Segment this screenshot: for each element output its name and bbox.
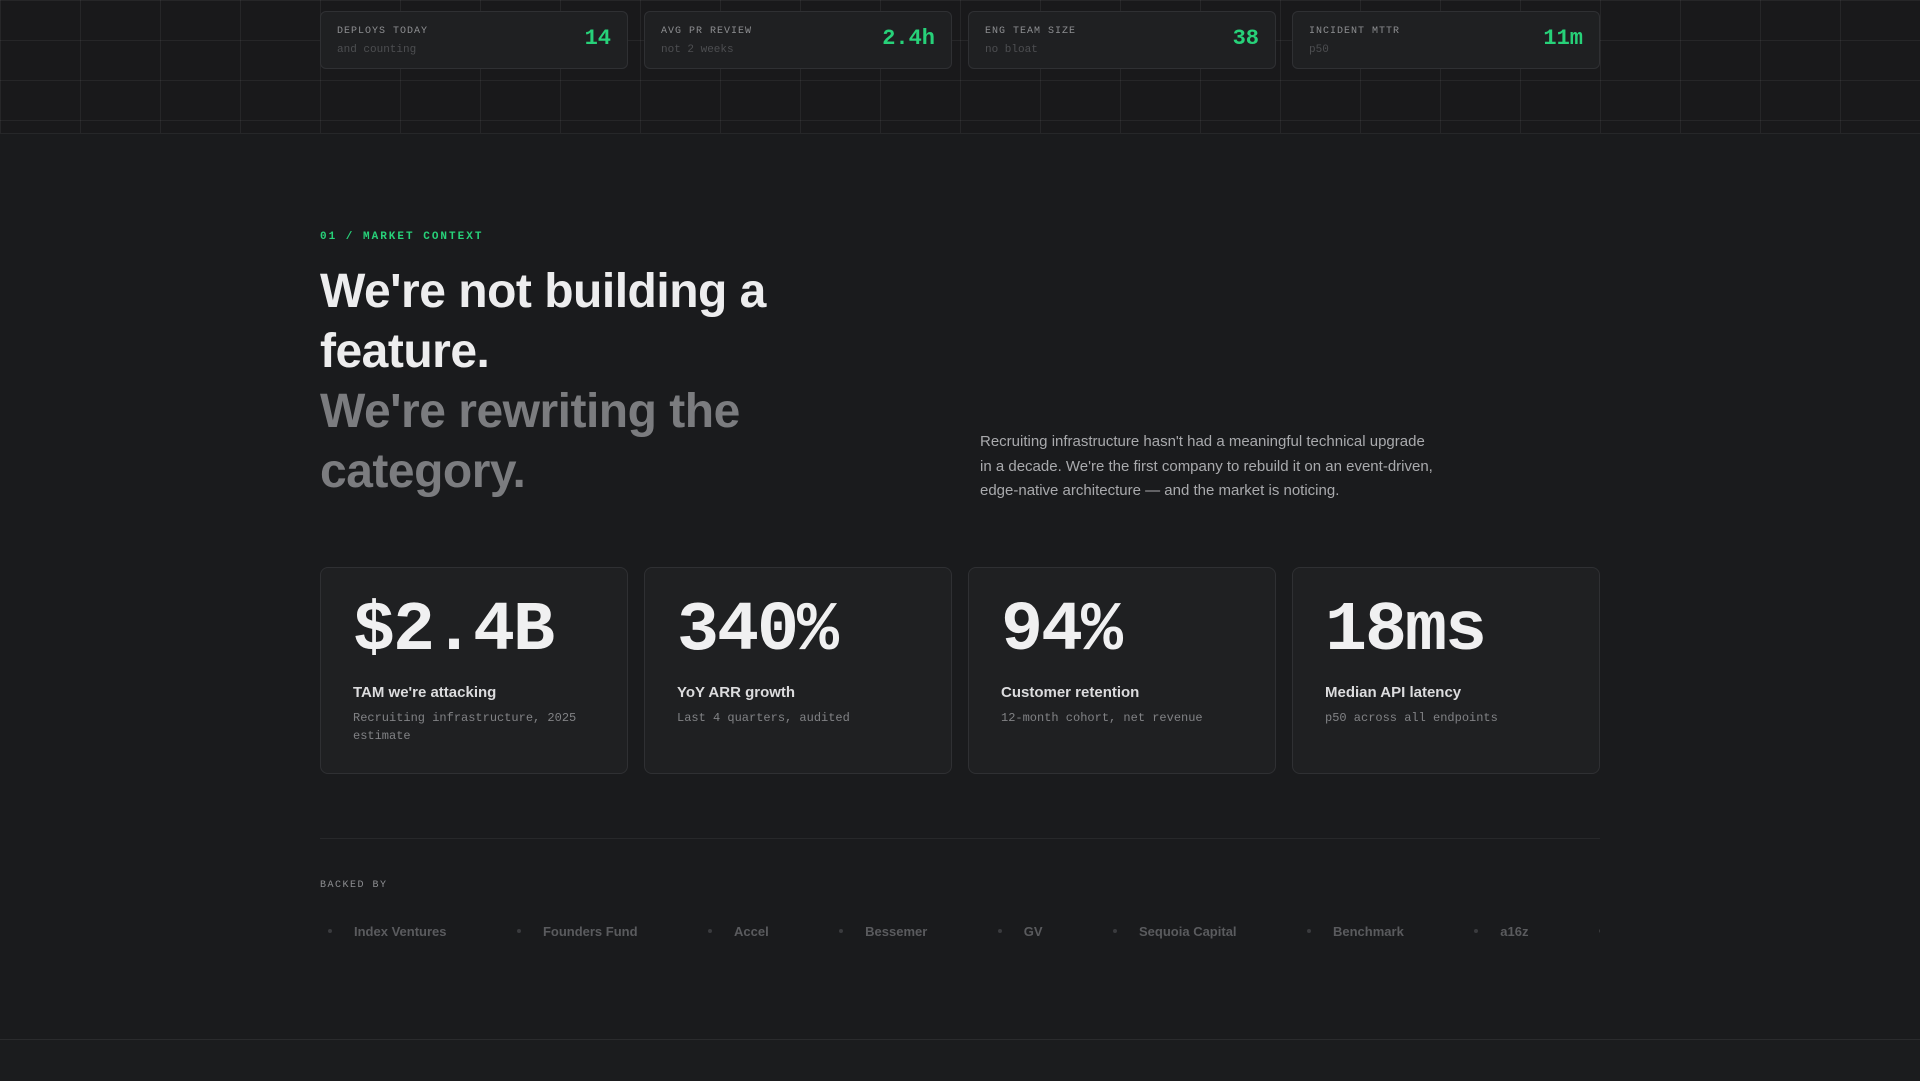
investor-logo: Accel [700, 924, 769, 939]
stat-value: $2.4B [353, 592, 555, 671]
investor-logo: Sequoia Capital [1105, 924, 1237, 939]
bullet-dot-icon [1598, 929, 1600, 934]
stat-description: 12-month cohort, net revenue [1001, 711, 1203, 725]
kpi-sublabel: no bloat [985, 44, 1038, 56]
investor-marquee: Index Ventures Founders Fund Accel Besse… [320, 923, 1600, 947]
kpi-sublabel: p50 [1309, 44, 1329, 56]
stat-description: p50 across all endpoints [1325, 711, 1498, 725]
stat-value: 94% [1001, 592, 1123, 671]
stat-value: 340% [677, 592, 839, 671]
stat-title: Median API latency [1325, 684, 1462, 701]
investor-logo: Founders Fund [509, 924, 638, 939]
backed-by-label: BACKED BY [320, 880, 388, 891]
stat-card-latency: 18ms Median API latency p50 across all e… [1292, 567, 1600, 774]
kpi-card-pr-review: AVG PR REVIEW not 2 weeks 2.4h [644, 11, 952, 69]
kpi-label: ENG TEAM SIZE [985, 26, 1077, 37]
kpi-sublabel: not 2 weeks [661, 44, 734, 56]
investor-logo: GV [990, 924, 1043, 939]
bullet-dot-icon [328, 929, 332, 934]
section-tag: 01 / MARKET CONTEXT [320, 231, 484, 243]
kpi-value: 11m [1543, 26, 1583, 51]
stat-title: YoY ARR growth [677, 684, 796, 701]
bullet-dot-icon [1474, 929, 1479, 934]
section-lede: Recruiting infrastructure hasn't had a m… [980, 433, 1433, 499]
kpi-card-deploys: DEPLOYS TODAY and counting 14 [320, 11, 628, 69]
footer-edge [0, 1039, 1920, 1081]
section-headline: We're not building a feature. We're rewr… [320, 262, 880, 502]
headline-primary: We're not building a feature. [320, 265, 766, 378]
investor-logo: a16z [1466, 924, 1528, 939]
stat-value: 18ms [1325, 592, 1487, 671]
stat-description: Last 4 quarters, audited [677, 711, 850, 725]
bullet-dot-icon [1307, 929, 1311, 934]
stat-card-arr-growth: 340% YoY ARR growth Last 4 quarters, aud… [644, 567, 952, 774]
investor-name: Benchmark [1333, 924, 1404, 939]
kpi-label: DEPLOYS TODAY [337, 26, 429, 37]
investor-logo: Bessemer [831, 924, 927, 939]
investor-name: Founders Fund [542, 924, 638, 939]
investor-name: a16z [1500, 924, 1529, 939]
investor-logo: In [1591, 924, 1600, 939]
kpi-ticker: DEPLOYS TODAY and counting 14 AVG PR REV… [320, 11, 1600, 69]
bullet-dot-icon [708, 929, 712, 934]
kpi-label: AVG PR REVIEW [661, 26, 753, 37]
kpi-card-team-size: ENG TEAM SIZE no bloat 38 [968, 11, 1276, 69]
stat-card-retention: 94% Customer retention 12-month cohort, … [968, 567, 1276, 774]
bullet-dot-icon [1113, 929, 1118, 934]
investor-logo: Benchmark [1299, 924, 1404, 939]
headline-secondary: We're rewriting the category. [320, 385, 740, 498]
section-divider [320, 838, 1600, 839]
bullet-dot-icon [516, 929, 521, 934]
kpi-label: INCIDENT MTTR [1309, 26, 1401, 37]
kpi-value: 2.4h [882, 26, 935, 51]
bullet-dot-icon [997, 929, 1002, 934]
investor-logo: Index Ventures [320, 924, 446, 939]
investor-name: Accel [734, 924, 769, 939]
bullet-dot-icon [839, 929, 844, 934]
investor-name: Bessemer [865, 924, 928, 939]
stat-title: Customer retention [1001, 684, 1140, 701]
investor-name: GV [1023, 924, 1043, 939]
investor-name: Index Ventures [354, 924, 447, 939]
investor-name: Sequoia Capital [1139, 924, 1237, 939]
kpi-card-mttr: INCIDENT MTTR p50 11m [1292, 11, 1600, 69]
stats-grid: $2.4B TAM we're attacking Recruiting inf… [320, 567, 1600, 774]
header-grid-band: DEPLOYS TODAY and counting 14 AVG PR REV… [0, 0, 1920, 134]
stat-description: Recruiting infrastructure, 2025 estimate [353, 711, 577, 743]
stat-card-tam: $2.4B TAM we're attacking Recruiting inf… [320, 567, 628, 774]
kpi-value: 14 [584, 26, 611, 51]
kpi-sublabel: and counting [337, 44, 417, 56]
stat-title: TAM we're attacking [353, 684, 497, 701]
kpi-value: 38 [1232, 26, 1259, 51]
